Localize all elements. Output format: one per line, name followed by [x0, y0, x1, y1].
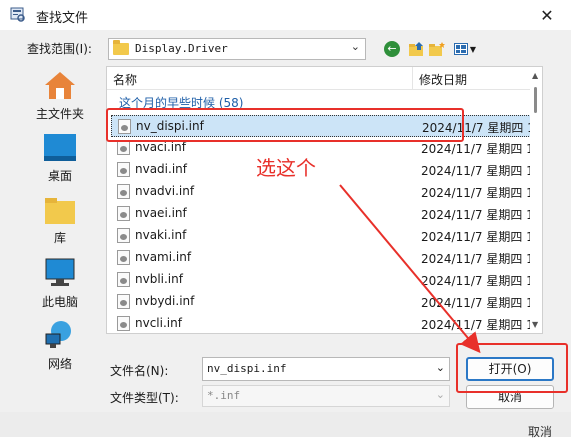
annotation-arrow: [339, 184, 481, 354]
